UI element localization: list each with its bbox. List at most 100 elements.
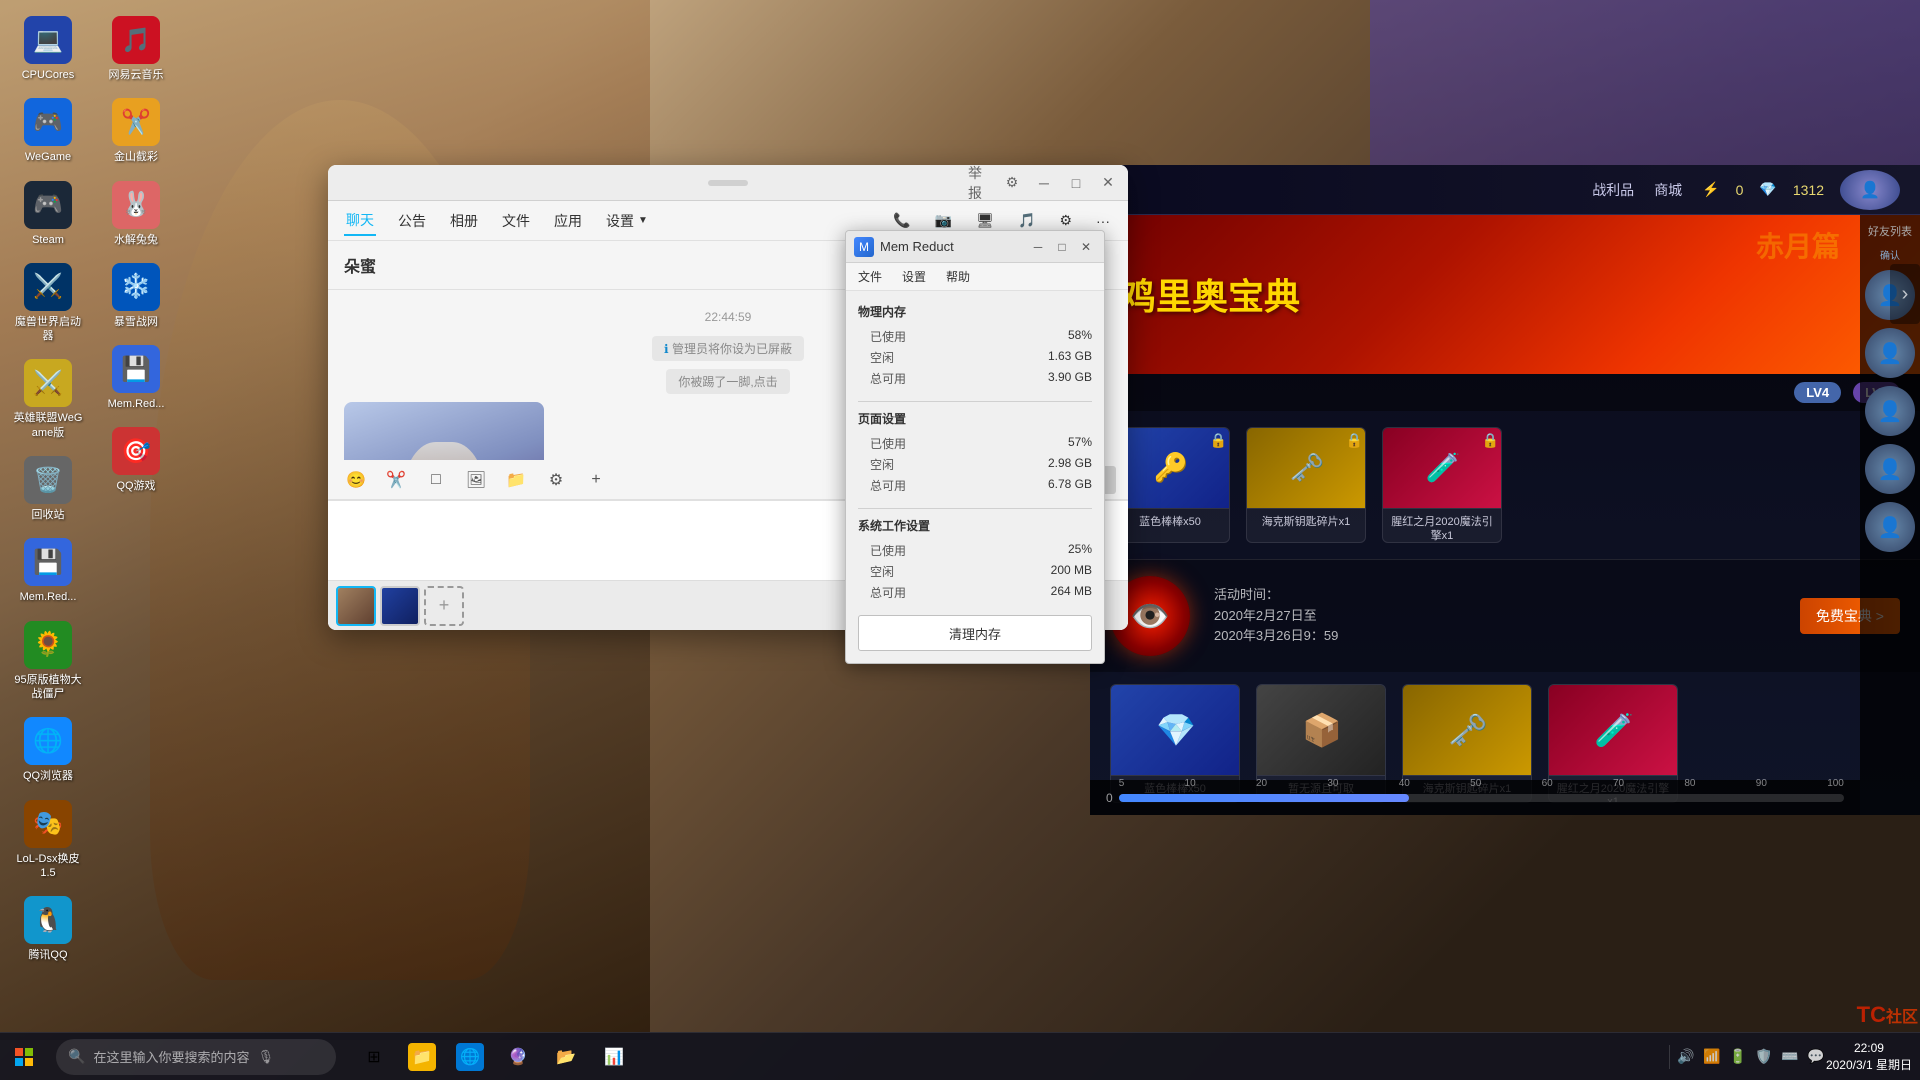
desktop-icon-wegame[interactable]: 🎮 WeGame <box>8 94 88 168</box>
mem-maximize-btn[interactable]: □ <box>1052 237 1072 257</box>
community-text: 社区 <box>1886 1009 1918 1026</box>
qq-minimize-btn[interactable]: ─ <box>1032 171 1056 195</box>
taskbar-app-multiview[interactable]: ⊞ <box>352 1035 396 1079</box>
game-item-1[interactable]: 🔑 蓝色棒棒x50 待解锁 <box>1110 427 1230 543</box>
desktop-icon-qq[interactable]: 🐧 腾讯QQ <box>8 892 88 966</box>
qq-maximize-btn[interactable]: □ <box>1064 171 1088 195</box>
desktop-icon-cpucores[interactable]: 💻 CPUCores <box>8 12 88 86</box>
systray-icon-4[interactable]: 🛡️ <box>1754 1047 1774 1067</box>
qq-thumb-2[interactable] <box>380 586 420 626</box>
systray-icon-1[interactable]: 🔊 <box>1676 1047 1696 1067</box>
desktop-icon-mem2[interactable]: 💾 Mem.Red... <box>96 341 176 415</box>
systray-icon-5[interactable]: ⌨️ <box>1780 1047 1800 1067</box>
qq-sys-msg1: ℹ 管理员将你设为已屏蔽 <box>652 336 804 361</box>
desktop-icon-wow[interactable]: ⚔️ 魔兽世界启动器 <box>8 259 88 348</box>
plus-btn[interactable]: + <box>580 464 612 496</box>
recycle-label: 回收站 <box>32 508 65 522</box>
game-avatar[interactable]: 👤 <box>1840 170 1900 210</box>
settings-label: 设置 <box>606 211 634 231</box>
desktop-icon-music[interactable]: 🎵 网易云音乐 <box>96 12 176 86</box>
qq-menu-chat[interactable]: 聊天 <box>344 206 376 236</box>
bottom-item-4-img: 🧪 <box>1549 685 1678 775</box>
loldsx-label: LoL-Dsx换皮1.5 <box>12 852 84 881</box>
game-item-2-label: 海克斯钥匙碎片x1 <box>1247 508 1365 535</box>
desktop-icon-screenshot[interactable]: ✂️ 金山截彩 <box>96 94 176 168</box>
file-btn[interactable]: 📁 <box>500 464 532 496</box>
systray-icon-2[interactable]: 📶 <box>1702 1047 1722 1067</box>
qqbrowser-label: QQ浏览器 <box>23 769 73 783</box>
systray-icon-3[interactable]: 🔋 <box>1728 1047 1748 1067</box>
qq-close-btn[interactable]: ✕ <box>1096 171 1120 195</box>
game-item-1-img: 🔑 <box>1111 428 1230 508</box>
qq-menu-notice[interactable]: 公告 <box>396 207 428 235</box>
desktop-icon-recycle[interactable]: 🗑️ 回收站 <box>8 452 88 526</box>
mem-page-free-label: 空闲 <box>870 456 894 473</box>
start-button[interactable] <box>0 1033 48 1080</box>
qq-menu-file[interactable]: 文件 <box>500 207 532 235</box>
qq-thumb-3[interactable]: + <box>424 586 464 626</box>
qq-menu-album[interactable]: 相册 <box>448 207 480 235</box>
friend-avatar-2[interactable]: 👤 <box>1865 328 1915 378</box>
desktop-icon-qqbrowser[interactable]: 🌐 QQ浏览器 <box>8 713 88 787</box>
taskbar-app-5[interactable]: 📊 <box>592 1035 636 1079</box>
prog-80: 80 <box>1684 778 1695 789</box>
taskbar-app-explorer[interactable]: 📁 <box>400 1035 444 1079</box>
gems-icon: 💎 <box>1759 181 1776 198</box>
desktop-icon-tutu[interactable]: 🐰 水解兔兔 <box>96 177 176 251</box>
systray-icon-6[interactable]: 💬 <box>1806 1047 1826 1067</box>
desktop-icon-lol-wegame[interactable]: ⚔️ 英雄联盟WeGame版 <box>8 355 88 444</box>
desktop-icon-steam[interactable]: 🎮 Steam <box>8 177 88 251</box>
taskbar-clock[interactable]: 22:09 2020/3/1 星期日 <box>1826 1040 1912 1074</box>
friends-confirm-btn[interactable]: 确认 <box>1864 247 1916 262</box>
game-item-1-status: 待解锁 <box>1111 535 1229 543</box>
taskbar-app-4[interactable]: 📂 <box>544 1035 588 1079</box>
bottom-item-1-img: 💎 <box>1111 685 1240 775</box>
friend-avatar-5[interactable]: 👤 <box>1865 502 1915 552</box>
qq-menu-settings[interactable]: 设置▼ <box>604 207 650 235</box>
mem-clean-button[interactable]: 清理内存 <box>858 615 1092 651</box>
game-nav-shop[interactable]: 商城 <box>1654 180 1682 200</box>
mic-icon: 🎙 <box>257 1049 274 1065</box>
qq-contact-name: 朵蜜 <box>344 259 376 276</box>
mem-minimize-btn[interactable]: ─ <box>1028 237 1048 257</box>
qq-thumb-1[interactable] <box>336 586 376 626</box>
mem-page-section: 页面设置 已使用 57% 空闲 2.98 GB 总可用 6.78 GB <box>858 410 1092 496</box>
friend-avatar-3[interactable]: 👤 <box>1865 386 1915 436</box>
wegame-label: WeGame <box>25 150 71 164</box>
qq-settings-btn[interactable]: ⚙ <box>1000 171 1024 195</box>
qq-report-btn[interactable]: 举报 <box>968 171 992 195</box>
mem-system-total-row: 总可用 264 MB <box>858 582 1092 603</box>
mem-close-btn[interactable]: ✕ <box>1076 237 1096 257</box>
qq-chat-image <box>344 402 544 460</box>
desktop-icon-blizzard[interactable]: ❄️ 暴雪战网 <box>96 259 176 333</box>
screen-btn[interactable]: □ <box>420 464 452 496</box>
game-nav-loot[interactable]: 战利品 <box>1592 180 1634 200</box>
desktop-icon-plants[interactable]: 🌻 95原版植物大战僵尸 <box>8 617 88 706</box>
qq-menu-app[interactable]: 应用 <box>552 207 584 235</box>
desktop-icon-loldsx[interactable]: 🎭 LoL-Dsx换皮1.5 <box>8 796 88 885</box>
emoji-btn[interactable]: 😊 <box>340 464 372 496</box>
prog-90: 90 <box>1756 778 1767 789</box>
mem-menu-file[interactable]: 文件 <box>854 266 886 287</box>
image-btn[interactable]: 🖼 <box>460 464 492 496</box>
qq-extra-btn[interactable]: ··· <box>1094 209 1112 233</box>
settings-btn2[interactable]: ⚙ <box>540 464 572 496</box>
prog-70: 70 <box>1613 778 1624 789</box>
screenshot-btn[interactable]: ✂️ <box>380 464 412 496</box>
system-tray: 🔊 📶 🔋 🛡️ ⌨️ 💬 <box>1669 1045 1826 1069</box>
game-item-2[interactable]: 🗝️ 海克斯钥匙碎片x1 待解锁 <box>1246 427 1366 543</box>
taskbar-app-3[interactable]: 🔮 <box>496 1035 540 1079</box>
game-arrow-right[interactable]: › <box>1890 264 1920 324</box>
mem-menu-help[interactable]: 帮助 <box>942 266 974 287</box>
mem-system-section: 系统工作设置 已使用 25% 空闲 200 MB 总可用 264 MB <box>858 517 1092 603</box>
desktop-icon-qqgames[interactable]: 🎯 QQ游戏 <box>96 423 176 497</box>
friend-avatar-4[interactable]: 👤 <box>1865 444 1915 494</box>
desktop-icon-mem[interactable]: 💾 Mem.Red... <box>8 534 88 608</box>
game-item-3[interactable]: 🧪 腥红之月2020魔法引擎x1 待解锁 <box>1382 427 1502 543</box>
taskbar-app-edge[interactable]: 🌐 <box>448 1035 492 1079</box>
mem-menu-settings[interactable]: 设置 <box>898 266 930 287</box>
taskbar-search[interactable]: 🔍 在这里输入你要搜索的内容 🎙 <box>56 1039 336 1075</box>
game-item-1-label: 蓝色棒棒x50 <box>1111 508 1229 535</box>
game-progress-area: 0 5 10 20 30 40 50 60 70 80 90 100 <box>1090 780 1860 815</box>
steam-icon: 🎮 <box>24 181 72 229</box>
